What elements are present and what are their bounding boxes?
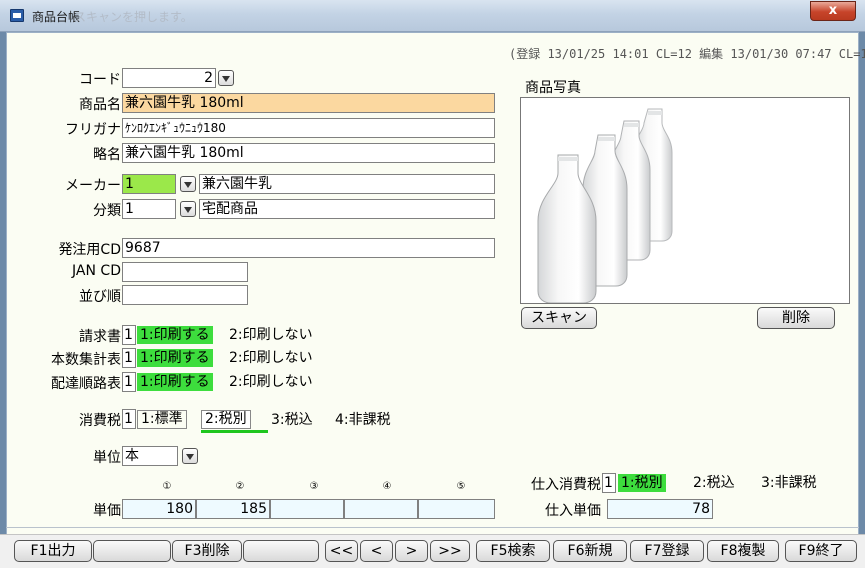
route-table-option-noprint[interactable]: 2:印刷しない [229, 373, 313, 391]
count-table-option-noprint[interactable]: 2:印刷しない [229, 349, 313, 367]
window-title-faded: スキャンを押します。 [74, 10, 193, 24]
price-marker-3: ③ [309, 481, 319, 492]
form-area: (登録 13/01/25 14:01 CL=12 編集 13/01/30 07:… [6, 32, 865, 562]
window-title: 商品台帳 [32, 10, 81, 24]
count-table-option-print[interactable]: 1:印刷する [137, 349, 213, 367]
function-key-bar: F1出力 F3削除 << < > >> F5検索 F6新規 F7登録 F8複製 … [0, 534, 865, 568]
category-dropdown-icon[interactable] [180, 201, 196, 217]
unit-dropdown-icon[interactable] [182, 448, 198, 464]
f4-blank-button[interactable] [243, 540, 319, 562]
kana-field[interactable]: ｹﾝﾛｸｴﾝｷﾞｭｳﾆｭｳ180 [122, 118, 495, 138]
price-marker-5: ⑤ [456, 481, 466, 492]
milk-bottles-image [537, 108, 673, 304]
count-table-code-field[interactable]: 1 [122, 348, 136, 368]
purchase-tax-option-separate[interactable]: 1:税別 [618, 474, 666, 492]
f7-register-button[interactable]: F7登録 [630, 540, 704, 562]
selected-underline [201, 430, 268, 433]
invoice-option-print[interactable]: 1:印刷する [137, 326, 213, 344]
purchase-price-label: 仕入単価 [545, 503, 601, 519]
price-marker-4: ④ [382, 481, 392, 492]
tax-option-separate[interactable]: 2:税別 [201, 410, 251, 429]
category-name-field[interactable]: 宅配商品 [199, 199, 495, 219]
order-cd-field[interactable]: 9687 [122, 238, 495, 258]
f8-duplicate-button[interactable]: F8複製 [707, 540, 779, 562]
f3-delete-button[interactable]: F3削除 [172, 540, 242, 562]
record-timestamps: (登録 13/01/25 14:01 CL=12 編集 13/01/30 07:… [509, 47, 865, 61]
purchase-price-field[interactable]: 78 [607, 499, 713, 519]
app-icon [10, 9, 24, 22]
category-code-field[interactable]: 1 [122, 199, 176, 219]
f5-search-button[interactable]: F5検索 [476, 540, 550, 562]
footer-separator [6, 527, 859, 528]
code-field[interactable]: 2 [122, 68, 216, 88]
short-name-label: 略名 [93, 147, 121, 163]
photo-delete-button[interactable]: 削除 [757, 307, 835, 329]
name-field[interactable]: 兼六園牛乳 180ml [122, 93, 495, 113]
product-photo [528, 99, 686, 304]
sort-label: 並び順 [79, 289, 121, 305]
maker-label: メーカー [65, 178, 121, 194]
price-field-1[interactable]: 180 [122, 499, 196, 519]
tax-label: 消費税 [79, 413, 121, 429]
maker-code-field[interactable]: 1 [122, 174, 176, 194]
last-record-button[interactable]: >> [430, 540, 470, 562]
name-label: 商品名 [79, 97, 121, 113]
price-field-3[interactable] [270, 499, 344, 519]
unit-label: 単位 [93, 450, 121, 466]
purchase-tax-option-included[interactable]: 2:税込 [693, 474, 735, 492]
maker-name-field[interactable]: 兼六園牛乳 [199, 174, 495, 194]
price-field-4[interactable] [344, 499, 418, 519]
f2-blank-button[interactable] [93, 540, 171, 562]
tax-option-standard[interactable]: 1:標準 [137, 410, 187, 429]
tax-code-field[interactable]: 1 [122, 409, 136, 429]
order-cd-label: 発注用CD [58, 242, 121, 258]
jan-cd-label: JAN CD [72, 263, 121, 279]
next-record-button[interactable]: > [395, 540, 428, 562]
invoice-label: 請求書 [79, 329, 121, 345]
route-table-label: 配達順路表 [51, 376, 121, 392]
invoice-option-noprint[interactable]: 2:印刷しない [229, 326, 313, 344]
route-table-option-print[interactable]: 1:印刷する [137, 373, 213, 391]
short-name-field[interactable]: 兼六園牛乳 180ml [122, 143, 495, 163]
category-label: 分類 [93, 203, 121, 219]
first-record-button[interactable]: << [325, 540, 358, 562]
purchase-tax-label: 仕入消費税 [531, 477, 601, 493]
price-field-2[interactable]: 185 [196, 499, 270, 519]
invoice-code-field[interactable]: 1 [122, 325, 136, 345]
f6-new-button[interactable]: F6新規 [553, 540, 627, 562]
unit-field[interactable]: 本 [122, 446, 178, 466]
tax-option-exempt[interactable]: 4:非課税 [335, 411, 391, 429]
sort-field[interactable] [122, 285, 248, 305]
price-field-5[interactable] [418, 499, 495, 519]
scan-button[interactable]: スキャン [521, 307, 597, 329]
price-marker-1: ① [162, 481, 172, 492]
jan-cd-field[interactable] [122, 262, 248, 282]
window-border-right [859, 32, 865, 562]
price-marker-2: ② [235, 481, 245, 492]
price-label: 単価 [93, 503, 121, 519]
title-bar: 商品台帳 スキャンを押します。 x [0, 0, 865, 32]
code-label: コード [79, 72, 121, 88]
purchase-tax-option-exempt[interactable]: 3:非課税 [761, 474, 817, 492]
count-table-label: 本数集計表 [51, 352, 121, 368]
prev-record-button[interactable]: < [360, 540, 393, 562]
tax-option-included[interactable]: 3:税込 [271, 411, 313, 429]
kana-label: フリガナ [65, 122, 121, 138]
f1-output-button[interactable]: F1出力 [14, 540, 92, 562]
close-button[interactable]: x [810, 1, 856, 21]
maker-dropdown-icon[interactable] [180, 176, 196, 192]
photo-label: 商品写真 [525, 80, 581, 96]
purchase-tax-code-field[interactable]: 1 [602, 473, 616, 493]
route-table-code-field[interactable]: 1 [122, 372, 136, 392]
code-dropdown-icon[interactable] [218, 70, 234, 86]
f9-exit-button[interactable]: F9終了 [785, 540, 857, 562]
